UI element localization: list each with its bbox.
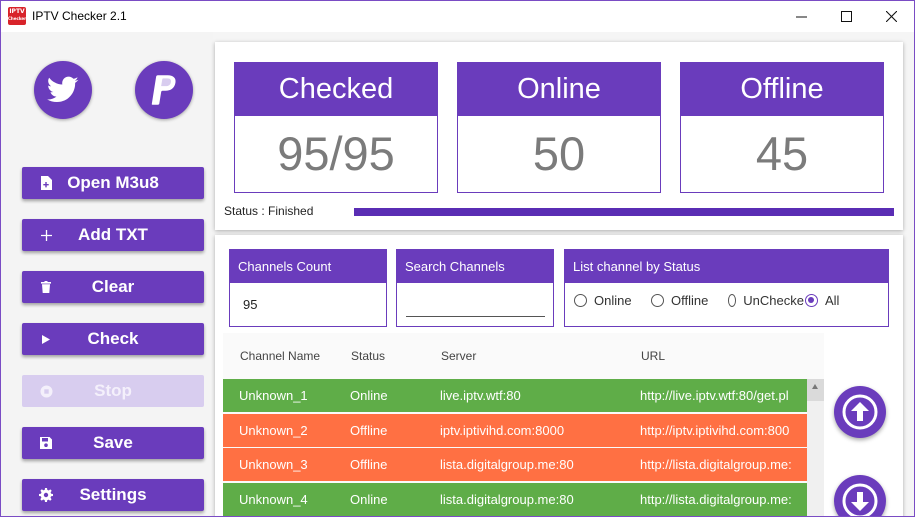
paypal-button[interactable] xyxy=(135,61,193,119)
online-stat-value: 50 xyxy=(532,127,586,180)
twitter-icon xyxy=(47,76,79,102)
cell-channel-name: Unknown_2 xyxy=(239,423,308,438)
paypal-icon xyxy=(151,75,176,105)
maximize-icon xyxy=(840,11,852,22)
checked-stat-label: Checked xyxy=(235,63,437,116)
radio-circle-selected xyxy=(805,294,818,307)
radio-all-label: All xyxy=(825,293,840,308)
offline-stat-value: 45 xyxy=(755,127,809,180)
column-header-url[interactable]: URL xyxy=(641,349,665,363)
channels-count-value: 95 xyxy=(243,297,258,312)
cell-channel-name: Unknown_4 xyxy=(239,492,308,507)
column-header-server[interactable]: Server xyxy=(441,349,476,363)
radio-offline[interactable]: Offline xyxy=(651,293,708,308)
clear-button[interactable]: Clear xyxy=(22,271,204,303)
cell-server: lista.digitalgroup.me:80 xyxy=(440,492,574,507)
cell-channel-name: Unknown_3 xyxy=(239,457,308,472)
open-m3u8-button[interactable]: Open M3u8 xyxy=(22,167,204,199)
app-logo-subtext: Checker xyxy=(8,16,27,21)
channels-panel: Channels Count 95 Search Channels List c… xyxy=(215,235,903,516)
radio-offline-label: Offline xyxy=(671,293,709,308)
cell-url: http://lista.digitalgroup.me: xyxy=(640,457,792,472)
vertical-scrollbar[interactable] xyxy=(807,379,824,516)
radio-unchecked-label: UnChecke xyxy=(743,293,804,308)
cell-server: iptv.iptivihd.com:8000 xyxy=(440,423,565,438)
app-window: IPTV Checker IPTV Checker 2.1 Open M3u8 … xyxy=(0,0,915,517)
checked-stat-value: 95/95 xyxy=(277,127,395,180)
radio-circle xyxy=(651,294,664,307)
search-channels-label: Search Channels xyxy=(397,250,553,283)
radio-online[interactable]: Online xyxy=(574,293,632,308)
offline-stat-card: Offline 45 xyxy=(680,62,884,193)
table-row[interactable]: Unknown_1 Online live.iptv.wtf:80 http:/… xyxy=(223,379,807,412)
sidebar: Open M3u8 Add TXT Clear Check Stop Save … xyxy=(1,32,213,516)
cell-status: Offline xyxy=(350,423,388,438)
close-button[interactable] xyxy=(868,1,914,32)
channels-count-box: Channels Count 95 xyxy=(229,249,387,327)
progress-bar xyxy=(354,208,894,216)
radio-all[interactable]: All xyxy=(805,293,839,308)
radio-unchecked[interactable]: UnChecke xyxy=(728,293,804,308)
cell-url: http://iptv.iptivihd.com:800 xyxy=(640,423,790,438)
table-header: Channel Name Status Server URL xyxy=(223,333,824,379)
radio-online-label: Online xyxy=(594,293,632,308)
app-logo-text: IPTV xyxy=(9,8,25,15)
move-down-button[interactable] xyxy=(834,475,886,516)
offline-stat-label: Offline xyxy=(681,63,883,116)
cell-status: Offline xyxy=(350,457,388,472)
cell-server: lista.digitalgroup.me:80 xyxy=(440,457,574,472)
cell-channel-name: Unknown_1 xyxy=(239,388,308,403)
window-title: IPTV Checker 2.1 xyxy=(32,9,127,23)
add-txt-label: Add TXT xyxy=(78,225,148,244)
search-input[interactable] xyxy=(406,290,545,314)
table-row[interactable]: Unknown_3 Offline lista.digitalgroup.me:… xyxy=(223,448,807,481)
stop-button[interactable]: Stop xyxy=(22,375,204,407)
stop-label: Stop xyxy=(94,381,132,400)
save-button[interactable]: Save xyxy=(22,427,204,459)
cell-status: Online xyxy=(350,492,388,507)
clear-label: Clear xyxy=(91,277,135,296)
arrow-down-circle-icon xyxy=(842,483,878,516)
table-row[interactable]: Unknown_2 Offline iptv.iptivihd.com:8000… xyxy=(223,414,807,447)
cell-status: Online xyxy=(350,388,388,403)
arrow-up-circle-icon xyxy=(842,394,878,430)
title-bar: IPTV Checker IPTV Checker 2.1 xyxy=(1,1,914,32)
radio-circle xyxy=(728,294,737,307)
scroll-up-arrow-icon[interactable] xyxy=(811,383,819,391)
progress-fill xyxy=(354,208,894,216)
settings-button[interactable]: Settings xyxy=(22,479,204,511)
check-label: Check xyxy=(87,329,139,348)
close-icon xyxy=(885,11,897,22)
cell-url: http://lista.digitalgroup.me: xyxy=(640,492,792,507)
move-up-button[interactable] xyxy=(834,386,886,438)
search-channels-box: Search Channels xyxy=(396,249,554,327)
channels-count-label: Channels Count xyxy=(230,250,386,283)
table-row[interactable]: Unknown_4 Online lista.digitalgroup.me:8… xyxy=(223,483,807,516)
status-text: Status : Finished xyxy=(224,204,314,218)
online-stat-card: Online 50 xyxy=(457,62,661,193)
open-m3u8-label: Open M3u8 xyxy=(67,173,159,192)
minimize-button[interactable] xyxy=(778,1,824,32)
column-header-status[interactable]: Status xyxy=(351,349,385,363)
check-button[interactable]: Check xyxy=(22,323,204,355)
status-filter-box: List channel by Status Online Offline Un… xyxy=(564,249,889,327)
online-stat-label: Online xyxy=(458,63,660,116)
cell-url: http://live.iptv.wtf:80/get.pl xyxy=(640,388,789,403)
save-label: Save xyxy=(93,433,133,452)
settings-label: Settings xyxy=(79,485,147,504)
column-header-channel-name[interactable]: Channel Name xyxy=(240,349,320,363)
checked-stat-card: Checked 95/95 xyxy=(234,62,438,193)
stats-panel: Checked 95/95 Online 50 Offline 45 Statu… xyxy=(215,42,903,230)
cell-server: live.iptv.wtf:80 xyxy=(440,388,521,403)
search-underline xyxy=(406,316,545,317)
maximize-button[interactable] xyxy=(823,1,869,32)
add-txt-button[interactable]: Add TXT xyxy=(22,219,204,251)
minimize-icon xyxy=(795,16,807,18)
status-filter-label: List channel by Status xyxy=(565,250,888,283)
channels-table: Channel Name Status Server URL Unknown_1… xyxy=(223,333,824,516)
radio-circle xyxy=(574,294,587,307)
twitter-button[interactable] xyxy=(34,61,92,119)
app-logo-icon: IPTV Checker xyxy=(8,7,26,25)
